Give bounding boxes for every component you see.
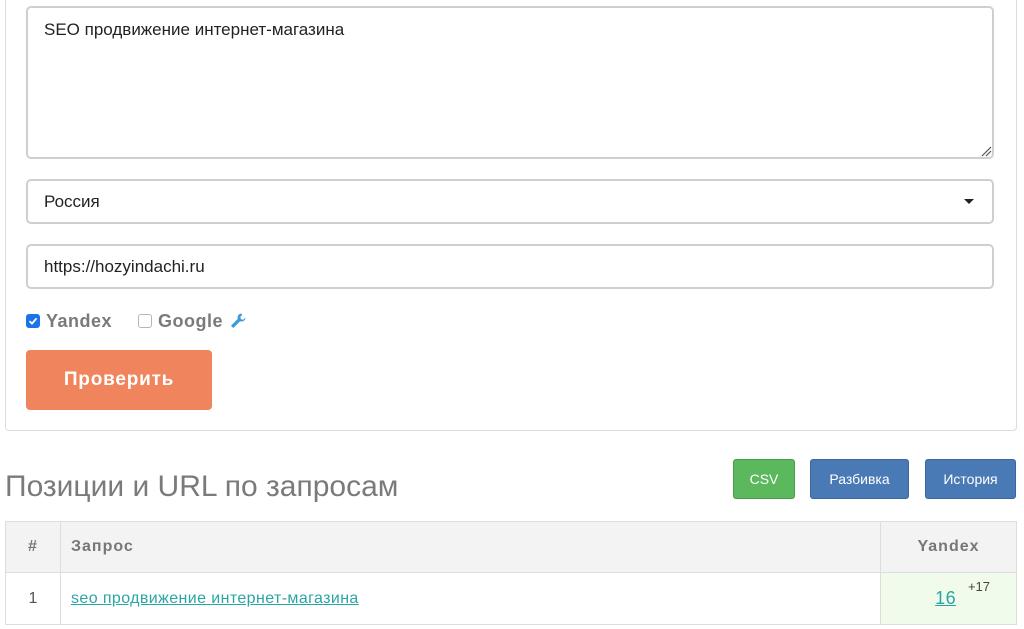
table-header-row: # Запрос Yandex <box>5 521 1017 573</box>
checkbox-checked-icon <box>26 314 40 328</box>
wrench-icon[interactable] <box>229 312 247 330</box>
resize-grip-icon[interactable] <box>980 145 992 157</box>
yandex-checkbox-label: Yandex <box>46 310 113 331</box>
caret-down-icon <box>964 199 974 204</box>
query-link[interactable]: seo продвижение интернет-магазина <box>71 590 359 607</box>
region-select-value: Россия <box>44 191 100 211</box>
checkbox-unchecked-icon <box>138 314 153 328</box>
results-table: # Запрос Yandex 1 seo продвижение интерн… <box>5 521 1017 625</box>
site-url-input[interactable] <box>26 244 994 289</box>
query-cell: seo продвижение интернет-магазина <box>60 572 881 625</box>
position-delta: +17 <box>967 579 990 594</box>
google-checkbox[interactable]: Google <box>138 311 229 332</box>
google-checkbox-label: Google <box>158 310 224 331</box>
yandex-position-link[interactable]: 16 <box>935 588 956 608</box>
yandex-checkbox[interactable]: Yandex <box>26 311 112 332</box>
results-title: Позиции и URL по запросам <box>5 470 399 503</box>
history-button[interactable]: История <box>925 459 1016 499</box>
yandex-position-cell: 16 +17 <box>880 572 1017 625</box>
csv-button[interactable]: CSV <box>733 459 795 499</box>
region-select[interactable]: Россия <box>26 179 994 224</box>
column-header-number: # <box>5 521 61 573</box>
column-header-query: Запрос <box>60 521 881 573</box>
row-number: 1 <box>5 572 61 625</box>
engine-options: Yandex Google <box>26 309 247 333</box>
split-button[interactable]: Разбивка <box>810 459 909 499</box>
queries-textarea[interactable]: SEO продвижение интернет-магазина <box>26 6 994 159</box>
column-header-yandex: Yandex <box>880 521 1017 573</box>
check-button[interactable]: Проверить <box>26 350 212 410</box>
table-row: 1 seo продвижение интернет-магазина 16 +… <box>5 572 1017 625</box>
